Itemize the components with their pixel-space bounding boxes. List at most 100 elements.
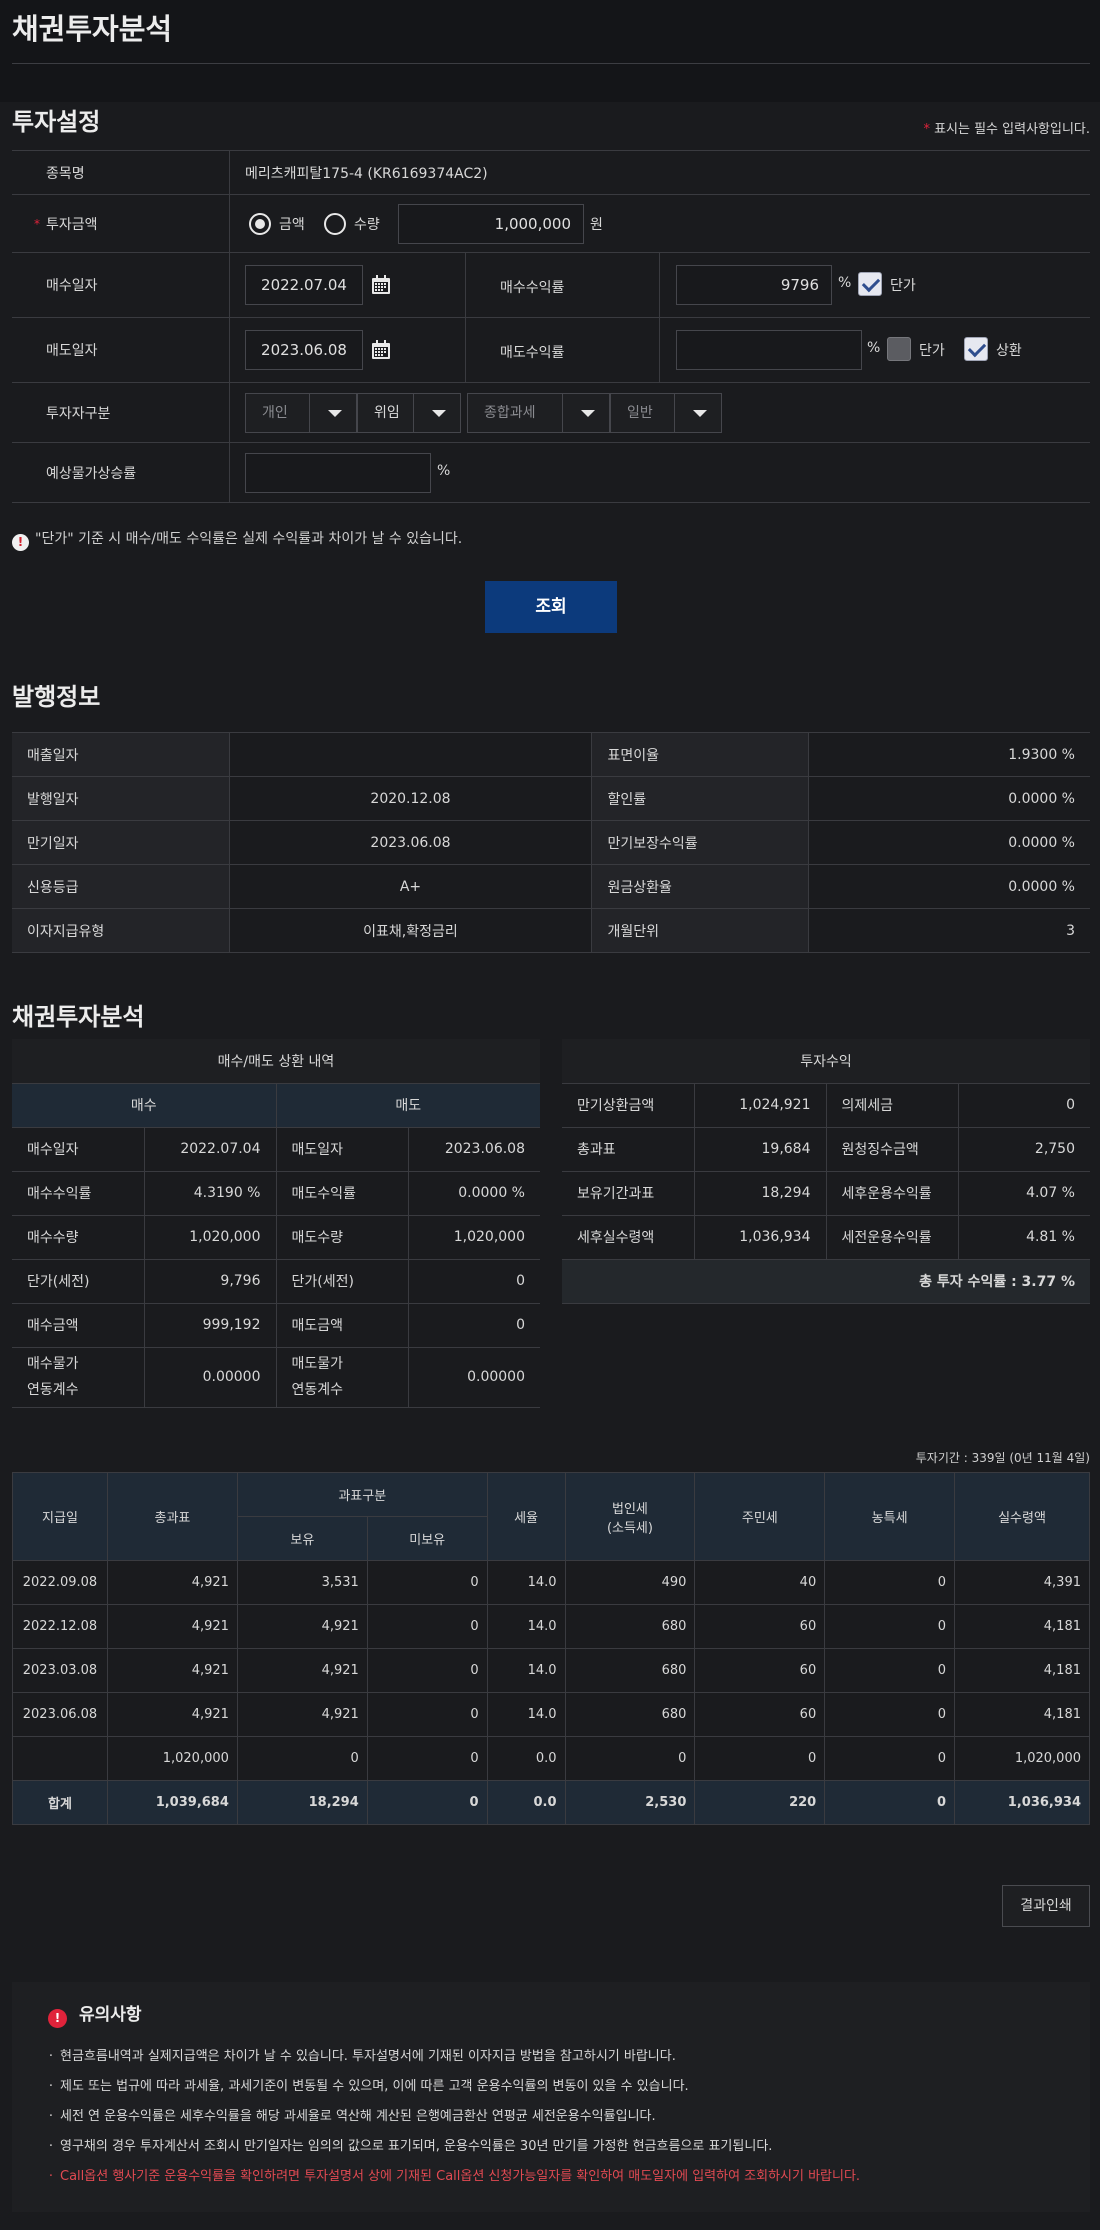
page-header: 채권투자분석 <box>0 0 1100 102</box>
sell-price-checkbox[interactable] <box>887 337 911 361</box>
required-note: * 표시는 필수 입력사항입니다. <box>923 122 1090 137</box>
sell-yield-label: 매도수익률 <box>500 345 565 361</box>
sell-date-input[interactable]: 2023.06.08 <box>245 330 363 370</box>
issue-value: 이표채,확정금리 <box>228 908 592 953</box>
notice-item: 세전 연 운용수익률은 세후수익률을 해당 과세율로 역산해 계산된 은행예금환… <box>42 2102 860 2132</box>
investor-select-4[interactable]: 일반 <box>610 393 722 433</box>
table-row: 매수금액 999,192 매도금액 0 <box>12 1303 540 1348</box>
col-net: 실수령액 <box>954 1472 1090 1561</box>
cashflow-cell: 4,921 <box>106 1560 238 1605</box>
cashflow-cell: 4,921 <box>106 1604 238 1649</box>
buy-price-checkbox[interactable] <box>858 272 882 296</box>
sell-yield-unit: % <box>867 340 881 356</box>
buy-date-input[interactable]: 2022.07.04 <box>245 265 363 305</box>
sum-cell: 0.0 <box>486 1780 566 1825</box>
issue-label: 표면이율 <box>591 732 809 777</box>
bond-name-label: 종목명 <box>46 165 85 182</box>
issue-label: 이자지급유형 <box>12 908 229 953</box>
bond-name-value: 메리츠캐피탈175-4 (KR6169374AC2) <box>245 165 488 182</box>
col-date: 지급일 <box>12 1472 108 1561</box>
issue-value <box>228 732 592 777</box>
table-row: 2022.09.08 4,921 3,531 0 14.0 490 40 0 4,391 <box>12 1560 1090 1605</box>
cashflow-cell: 0 <box>366 1560 488 1605</box>
cashflow-cell: 4,921 <box>106 1692 238 1737</box>
issue-value: 2020.12.08 <box>228 776 592 821</box>
cashflow-cell: 4,921 <box>236 1692 368 1737</box>
search-button[interactable]: 조회 <box>485 581 617 633</box>
trade-label: 매도금액 <box>275 1303 408 1348</box>
return-label: 원청징수금액 <box>825 1127 958 1172</box>
notice-title: ! 유의사항 <box>48 2000 142 2028</box>
notice-item: 영구채의 경우 투자계산서 조회시 만기일자는 임의의 값으로 표기되며, 운용… <box>42 2132 860 2162</box>
row-sell-date: 매도일자 2023.06.08 매도수익률 % 단가 상환 <box>12 318 1090 383</box>
amount-label: 투자금액 <box>46 216 98 233</box>
col-farm-tax: 농특세 <box>824 1472 956 1561</box>
sum-cell: 1,039,684 <box>106 1780 238 1825</box>
cashflow-cell: 1,020,000 <box>106 1736 238 1781</box>
cashflow-cell: 2023.03.08 <box>12 1648 108 1693</box>
cashflow-cell: 0 <box>824 1560 956 1605</box>
sell-yield-input[interactable] <box>676 330 862 370</box>
table-row: 매수물가 연동계수 0.00000 매도물가 연동계수 0.00000 <box>12 1347 540 1408</box>
issue-value: 1.9300 % <box>808 732 1090 777</box>
table-row: 2023.03.08 4,921 4,921 0 14.0 680 60 0 4,181 <box>12 1648 1090 1693</box>
investor-select-3[interactable]: 종합과세 <box>467 393 610 433</box>
warning-icon: ! <box>48 2009 67 2028</box>
investor-select-2[interactable]: 위임 <box>357 393 461 433</box>
price-warning: ! "단가" 기준 시 매수/매도 수익률은 실제 수익률과 차이가 날 수 있습… <box>12 528 462 551</box>
table-row: 만기상환금액 1,024,921 의제세금 0 <box>562 1083 1090 1128</box>
row-investor-type: 투자자구분 개인 위임 종합과세 일반 <box>12 383 1090 443</box>
header-divider <box>12 63 1090 64</box>
buy-yield-input[interactable]: 9796 <box>676 265 832 305</box>
settings-title: 투자설정 <box>12 108 101 136</box>
issue-label: 신용등급 <box>12 864 229 909</box>
cashflow-cell <box>12 1736 108 1781</box>
col-total: 총과표 <box>106 1472 238 1561</box>
chevron-down-icon <box>693 410 707 417</box>
chevron-down-icon <box>581 410 595 417</box>
sum-cell: 18,294 <box>236 1780 368 1825</box>
table-row: 단가(세전) 9,796 단가(세전) 0 <box>12 1259 540 1304</box>
trade-value: 0 <box>407 1303 540 1348</box>
issue-label: 매출일자 <box>12 732 229 777</box>
issue-value: 0.0000 % <box>808 820 1090 865</box>
sell-date-label: 매도일자 <box>46 343 98 359</box>
amount-input[interactable]: 1,000,000 <box>398 204 584 244</box>
trade-value: 0.00000 <box>407 1347 540 1408</box>
print-button[interactable]: 결과인쇄 <box>1002 1885 1090 1927</box>
investment-period: 투자기간 : 339일 (0년 11월 4일) <box>915 1451 1090 1465</box>
inflation-input[interactable] <box>245 453 431 493</box>
row-amount: * 투자금액 금액 수량 1,000,000 원 <box>12 195 1090 253</box>
trade-label: 단가(세전) <box>275 1259 408 1304</box>
row-bond-name: 종목명 메리츠캐피탈175-4 (KR6169374AC2) <box>12 151 1090 195</box>
quantity-radio[interactable] <box>324 213 346 235</box>
cashflow-cell: 60 <box>694 1604 826 1649</box>
redeem-checkbox[interactable] <box>964 337 988 361</box>
cashflow-cell: 0 <box>366 1604 488 1649</box>
trade-table: 매수/매도 상환 내역 매수 매도 매수일자 2022.07.04 매도일자 2023.… <box>12 1039 540 1408</box>
return-value: 1,024,921 <box>693 1083 826 1128</box>
investor-select-1[interactable]: 개인 <box>245 393 357 433</box>
amount-radio-label: 금액 <box>279 217 305 233</box>
cashflow-cell: 14.0 <box>486 1692 566 1737</box>
return-value: 4.81 % <box>957 1215 1090 1260</box>
settings-form: 종목명 메리츠캐피탈175-4 (KR6169374AC2) * 투자금액 금액… <box>12 150 1090 503</box>
table-row: 세후실수령액 1,036,934 세전운용수익률 4.81 % <box>562 1215 1090 1260</box>
return-value: 2,750 <box>957 1127 1090 1172</box>
return-label: 세후운용수익률 <box>825 1171 958 1216</box>
trade-table-header: 매수/매도 상환 내역 <box>12 1039 540 1084</box>
amount-radio[interactable] <box>249 213 271 235</box>
sum-row: 합계 1,039,684 18,294 0 0.0 2,530 220 0 1,036,934 <box>12 1780 1090 1825</box>
cashflow-cell: 14.0 <box>486 1648 566 1693</box>
return-value: 19,684 <box>693 1127 826 1172</box>
sum-cell: 0 <box>366 1780 488 1825</box>
cashflow-table: 지급일 총과표 과표구분 세율 법인세 (소득세) 주민세 농특세 실수령액 보유… <box>12 1472 1090 1825</box>
col-tax-group: 과표구분 <box>236 1472 488 1517</box>
issue-value: 0.0000 % <box>808 776 1090 821</box>
return-label: 만기상환금액 <box>562 1083 694 1128</box>
buy-yield-unit: % <box>838 275 852 291</box>
return-table: 투자수익 만기상환금액 1,024,921 의제세금 0 총과표 19,684 원청징수금액… <box>562 1039 1090 1304</box>
trade-label: 매수일자 <box>12 1127 144 1172</box>
issue-label: 발행일자 <box>12 776 229 821</box>
inflation-label: 예상물가상승률 <box>46 465 137 482</box>
